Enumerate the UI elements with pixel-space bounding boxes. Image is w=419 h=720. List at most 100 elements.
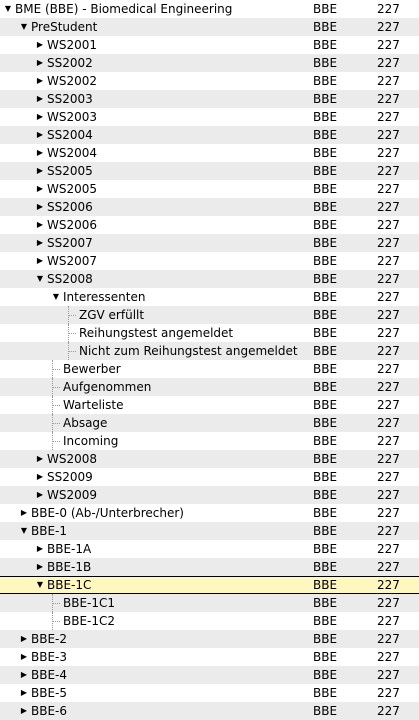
tree-row[interactable]: BBE-1C2 BBE 227 xyxy=(0,612,419,630)
tree-row[interactable]: ▶ BBE-5 BBE 227 xyxy=(0,684,419,702)
tree-row[interactable]: Bewerber BBE 227 xyxy=(0,360,419,378)
tree-row[interactable]: ▶ SS2006 BBE 227 xyxy=(0,198,419,216)
tree-connector xyxy=(52,405,60,406)
count-cell: 227 xyxy=(377,524,400,538)
tree-row[interactable]: ▶ SS2003 BBE 227 xyxy=(0,90,419,108)
node-label: SS2007 xyxy=(47,236,93,250)
tree-connector xyxy=(52,378,53,396)
node-label: Nicht zum Reihungstest angemeldet xyxy=(79,344,298,358)
count-cell: 227 xyxy=(377,290,400,304)
tree-row[interactable]: ▶ BBE-4 BBE 227 xyxy=(0,666,419,684)
triangle-down-icon[interactable]: ▼ xyxy=(19,522,29,540)
tree-row[interactable]: Nicht zum Reihungstest angemeldet BBE 227 xyxy=(0,342,419,360)
triangle-down-icon[interactable]: ▼ xyxy=(3,0,13,18)
code-cell: BBE xyxy=(313,146,338,160)
triangle-right-icon[interactable]: ▶ xyxy=(35,468,45,486)
tree-row[interactable]: ▼ Interessenten BBE 227 xyxy=(0,288,419,306)
count-cell: 227 xyxy=(377,506,400,520)
tree-row[interactable]: ▶ BBE-6 BBE 227 xyxy=(0,702,419,720)
code-cell: BBE xyxy=(313,308,338,322)
tree-row[interactable]: ▼ BBE-1C BBE 227 xyxy=(0,576,419,594)
triangle-down-icon[interactable]: ▼ xyxy=(51,288,61,306)
node-label: BBE-1A xyxy=(47,542,92,556)
code-cell: BBE xyxy=(313,560,338,574)
triangle-right-icon[interactable]: ▶ xyxy=(35,216,45,234)
triangle-right-icon[interactable]: ▶ xyxy=(35,72,45,90)
tree-connector xyxy=(52,432,53,450)
triangle-down-icon[interactable]: ▼ xyxy=(35,270,45,288)
tree-row[interactable]: ▶ WS2007 BBE 227 xyxy=(0,252,419,270)
node-label: WS2007 xyxy=(47,254,98,268)
tree-row[interactable]: ▶ SS2005 BBE 227 xyxy=(0,162,419,180)
tree-row[interactable]: ZGV erfüllt BBE 227 xyxy=(0,306,419,324)
tree-row[interactable]: ▶ WS2004 BBE 227 xyxy=(0,144,419,162)
triangle-right-icon[interactable]: ▶ xyxy=(35,144,45,162)
triangle-right-icon[interactable]: ▶ xyxy=(35,558,45,576)
tree-connector xyxy=(68,342,69,360)
tree-row[interactable]: ▼ BME (BBE) - Biomedical Engineering BBE 22… xyxy=(0,0,419,18)
triangle-right-icon[interactable]: ▶ xyxy=(35,36,45,54)
tree-row[interactable]: ▶ SS2004 BBE 227 xyxy=(0,126,419,144)
triangle-right-icon[interactable]: ▶ xyxy=(19,630,29,648)
node-label: WS2004 xyxy=(47,146,98,160)
triangle-right-icon[interactable]: ▶ xyxy=(35,180,45,198)
tree-row[interactable]: ▶ WS2006 BBE 227 xyxy=(0,216,419,234)
triangle-right-icon[interactable]: ▶ xyxy=(19,648,29,666)
node-label: SS2008 xyxy=(47,272,93,286)
triangle-right-icon[interactable]: ▶ xyxy=(35,54,45,72)
tree-row[interactable]: ▼ BBE-1 BBE 227 xyxy=(0,522,419,540)
tree-row[interactable]: ▶ WS2009 BBE 227 xyxy=(0,486,419,504)
tree-row[interactable]: ▶ BBE-1B BBE 227 xyxy=(0,558,419,576)
triangle-right-icon[interactable]: ▶ xyxy=(35,540,45,558)
tree-row[interactable]: ▶ WS2002 BBE 227 xyxy=(0,72,419,90)
triangle-right-icon[interactable]: ▶ xyxy=(19,702,29,720)
code-cell: BBE xyxy=(313,254,338,268)
tree-row[interactable]: Aufgenommen BBE 227 xyxy=(0,378,419,396)
triangle-right-icon[interactable]: ▶ xyxy=(35,198,45,216)
tree-connector xyxy=(52,414,53,432)
code-cell: BBE xyxy=(313,470,338,484)
triangle-right-icon[interactable]: ▶ xyxy=(35,90,45,108)
count-cell: 227 xyxy=(377,452,400,466)
tree-row[interactable]: ▶ WS2003 BBE 227 xyxy=(0,108,419,126)
tree-row[interactable]: ▶ BBE-2 BBE 227 xyxy=(0,630,419,648)
triangle-down-icon[interactable]: ▼ xyxy=(35,577,45,593)
tree-row[interactable]: Warteliste BBE 227 xyxy=(0,396,419,414)
tree-connector xyxy=(68,306,69,324)
tree-row[interactable]: BBE-1C1 BBE 227 xyxy=(0,594,419,612)
triangle-right-icon[interactable]: ▶ xyxy=(35,162,45,180)
count-cell: 227 xyxy=(377,362,400,376)
tree-row[interactable]: ▼ SS2008 BBE 227 xyxy=(0,270,419,288)
tree-row[interactable]: ▶ SS2009 BBE 227 xyxy=(0,468,419,486)
count-cell: 227 xyxy=(377,56,400,70)
tree-row[interactable]: ▶ SS2007 BBE 227 xyxy=(0,234,419,252)
triangle-right-icon[interactable]: ▶ xyxy=(35,126,45,144)
tree-row[interactable]: ▼ PreStudent BBE 227 xyxy=(0,18,419,36)
tree-row[interactable]: Incoming BBE 227 xyxy=(0,432,419,450)
node-label: BBE-1C xyxy=(47,578,92,592)
tree-row[interactable]: ▶ WS2008 BBE 227 xyxy=(0,450,419,468)
tree-row[interactable]: ▶ SS2002 BBE 227 xyxy=(0,54,419,72)
triangle-right-icon[interactable]: ▶ xyxy=(19,666,29,684)
triangle-right-icon[interactable]: ▶ xyxy=(35,108,45,126)
triangle-right-icon[interactable]: ▶ xyxy=(19,504,29,522)
count-cell: 227 xyxy=(377,668,400,682)
node-label: Warteliste xyxy=(63,398,124,412)
triangle-right-icon[interactable]: ▶ xyxy=(35,252,45,270)
tree-table: ▼ BME (BBE) - Biomedical Engineering BBE 22… xyxy=(0,0,419,720)
tree-row[interactable]: Absage BBE 227 xyxy=(0,414,419,432)
triangle-down-icon[interactable]: ▼ xyxy=(19,18,29,36)
tree-row[interactable]: ▶ WS2001 BBE 227 xyxy=(0,36,419,54)
tree-row[interactable]: ▶ BBE-3 BBE 227 xyxy=(0,648,419,666)
triangle-right-icon[interactable]: ▶ xyxy=(35,450,45,468)
count-cell: 227 xyxy=(377,632,400,646)
triangle-right-icon[interactable]: ▶ xyxy=(19,684,29,702)
tree-row[interactable]: ▶ BBE-0 (Ab-/Unterbrecher) BBE 227 xyxy=(0,504,419,522)
code-cell: BBE xyxy=(313,272,338,286)
node-label: BBE-1B xyxy=(47,560,92,574)
tree-row[interactable]: Reihungstest angemeldet BBE 227 xyxy=(0,324,419,342)
tree-row[interactable]: ▶ WS2005 BBE 227 xyxy=(0,180,419,198)
tree-row[interactable]: ▶ BBE-1A BBE 227 xyxy=(0,540,419,558)
triangle-right-icon[interactable]: ▶ xyxy=(35,234,45,252)
triangle-right-icon[interactable]: ▶ xyxy=(35,486,45,504)
